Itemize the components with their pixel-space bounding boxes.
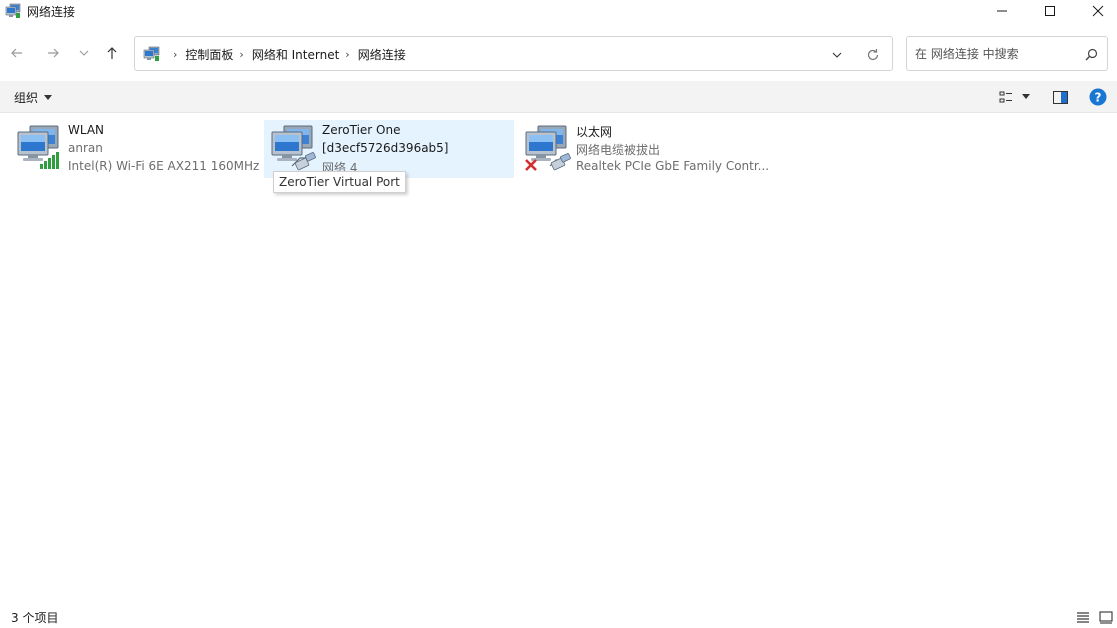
address-history-button[interactable] <box>829 47 845 63</box>
command-bar: 组织 ? <box>0 81 1117 113</box>
large-icons-view-button[interactable] <box>1098 609 1114 625</box>
breadcrumb-network-internet[interactable]: 网络和 Internet <box>252 46 339 63</box>
search-icon[interactable] <box>1083 46 1099 62</box>
breadcrumb-separator-icon[interactable]: › <box>239 48 243 61</box>
view-options-icon <box>999 91 1012 103</box>
forward-button[interactable] <box>42 42 64 64</box>
breadcrumb-network-connections[interactable]: 网络连接 <box>358 46 406 63</box>
network-connections-icon <box>5 3 21 19</box>
details-view-icon <box>1077 612 1089 623</box>
title-bar: 网络连接 <box>0 0 1117 26</box>
item-count: 3 个项目 <box>11 611 59 625</box>
connection-zerotier[interactable]: ZeroTier One [d3ecf5726d396ab5] 网络 4 <box>264 120 514 178</box>
breadcrumb-separator-icon[interactable]: › <box>345 48 349 61</box>
wlan-adapter-icon <box>16 124 64 172</box>
caret-down-icon <box>1022 94 1030 99</box>
up-button[interactable] <box>101 42 123 64</box>
connection-name: WLAN <box>68 123 105 137</box>
address-bar[interactable]: › 控制面板 › 网络和 Internet › 网络连接 <box>134 36 893 71</box>
connection-device: Realtek PCIe GbE Family Contr... <box>576 159 770 173</box>
search-box[interactable] <box>906 36 1108 71</box>
maximize-icon <box>1045 6 1055 16</box>
connection-network: anran <box>68 141 103 155</box>
maximize-button[interactable] <box>1027 0 1073 22</box>
breadcrumb-control-panel[interactable]: 控制面板 <box>185 46 233 63</box>
help-icon: ? <box>1089 88 1107 106</box>
zerotier-adapter-icon <box>270 124 318 172</box>
arrow-up-icon <box>107 47 117 59</box>
navigation-bar: › 控制面板 › 网络和 Internet › 网络连接 <box>0 34 1117 72</box>
back-button[interactable] <box>6 42 28 64</box>
connection-network: 网络电缆被拔出 <box>576 143 661 157</box>
breadcrumb: › 控制面板 › 网络和 Internet › 网络连接 <box>167 46 406 63</box>
organize-menu[interactable]: 组织 <box>14 89 53 106</box>
recent-locations-button[interactable] <box>73 42 95 64</box>
breadcrumb-separator-icon: › <box>173 48 178 61</box>
help-button[interactable]: ? <box>1089 88 1107 106</box>
search-input[interactable] <box>915 45 1075 63</box>
preview-pane-button[interactable] <box>1053 88 1068 106</box>
connection-network: [d3ecf5726d396ab5] <box>322 141 449 155</box>
chevron-down-icon <box>79 50 89 56</box>
window-title: 网络连接 <box>27 5 76 19</box>
arrow-right-icon <box>48 48 59 58</box>
caret-down-icon <box>44 94 53 100</box>
svg-text:?: ? <box>1095 91 1102 105</box>
large-icons-view-icon <box>1099 610 1113 624</box>
control-panel-icon <box>143 46 160 62</box>
chevron-down-icon <box>832 52 842 58</box>
arrow-left-icon <box>11 48 22 58</box>
connections-list: WLAN anran Intel(R) Wi-Fi 6E AX211 160MH… <box>0 114 1117 604</box>
preview-pane-icon <box>1053 90 1068 104</box>
ethernet-adapter-icon <box>524 124 572 172</box>
close-button[interactable] <box>1075 0 1117 22</box>
refresh-icon <box>867 49 879 61</box>
refresh-button[interactable] <box>864 46 882 64</box>
details-view-button[interactable] <box>1075 609 1091 625</box>
network-cable-icon <box>549 153 571 171</box>
connection-name: ZeroTier One <box>322 123 401 137</box>
connection-name: 以太网 <box>576 125 613 139</box>
disconnected-x-icon <box>525 159 537 171</box>
view-options-dropdown[interactable] <box>1022 88 1030 106</box>
tooltip: ZeroTier Virtual Port <box>273 171 406 193</box>
connection-ethernet[interactable]: 以太网 网络电缆被拔出 Realtek PCIe GbE Family Cont… <box>518 120 770 178</box>
close-icon <box>1092 5 1104 17</box>
status-bar: 3 个项目 <box>0 604 1117 628</box>
connection-device: Intel(R) Wi-Fi 6E AX211 160MHz <box>68 159 260 173</box>
connection-wlan[interactable]: WLAN anran Intel(R) Wi-Fi 6E AX211 160MH… <box>10 120 260 178</box>
minimize-button[interactable] <box>979 0 1025 22</box>
organize-label: 组织 <box>14 91 39 105</box>
minimize-icon <box>997 10 1007 12</box>
change-view-button[interactable] <box>999 88 1013 106</box>
